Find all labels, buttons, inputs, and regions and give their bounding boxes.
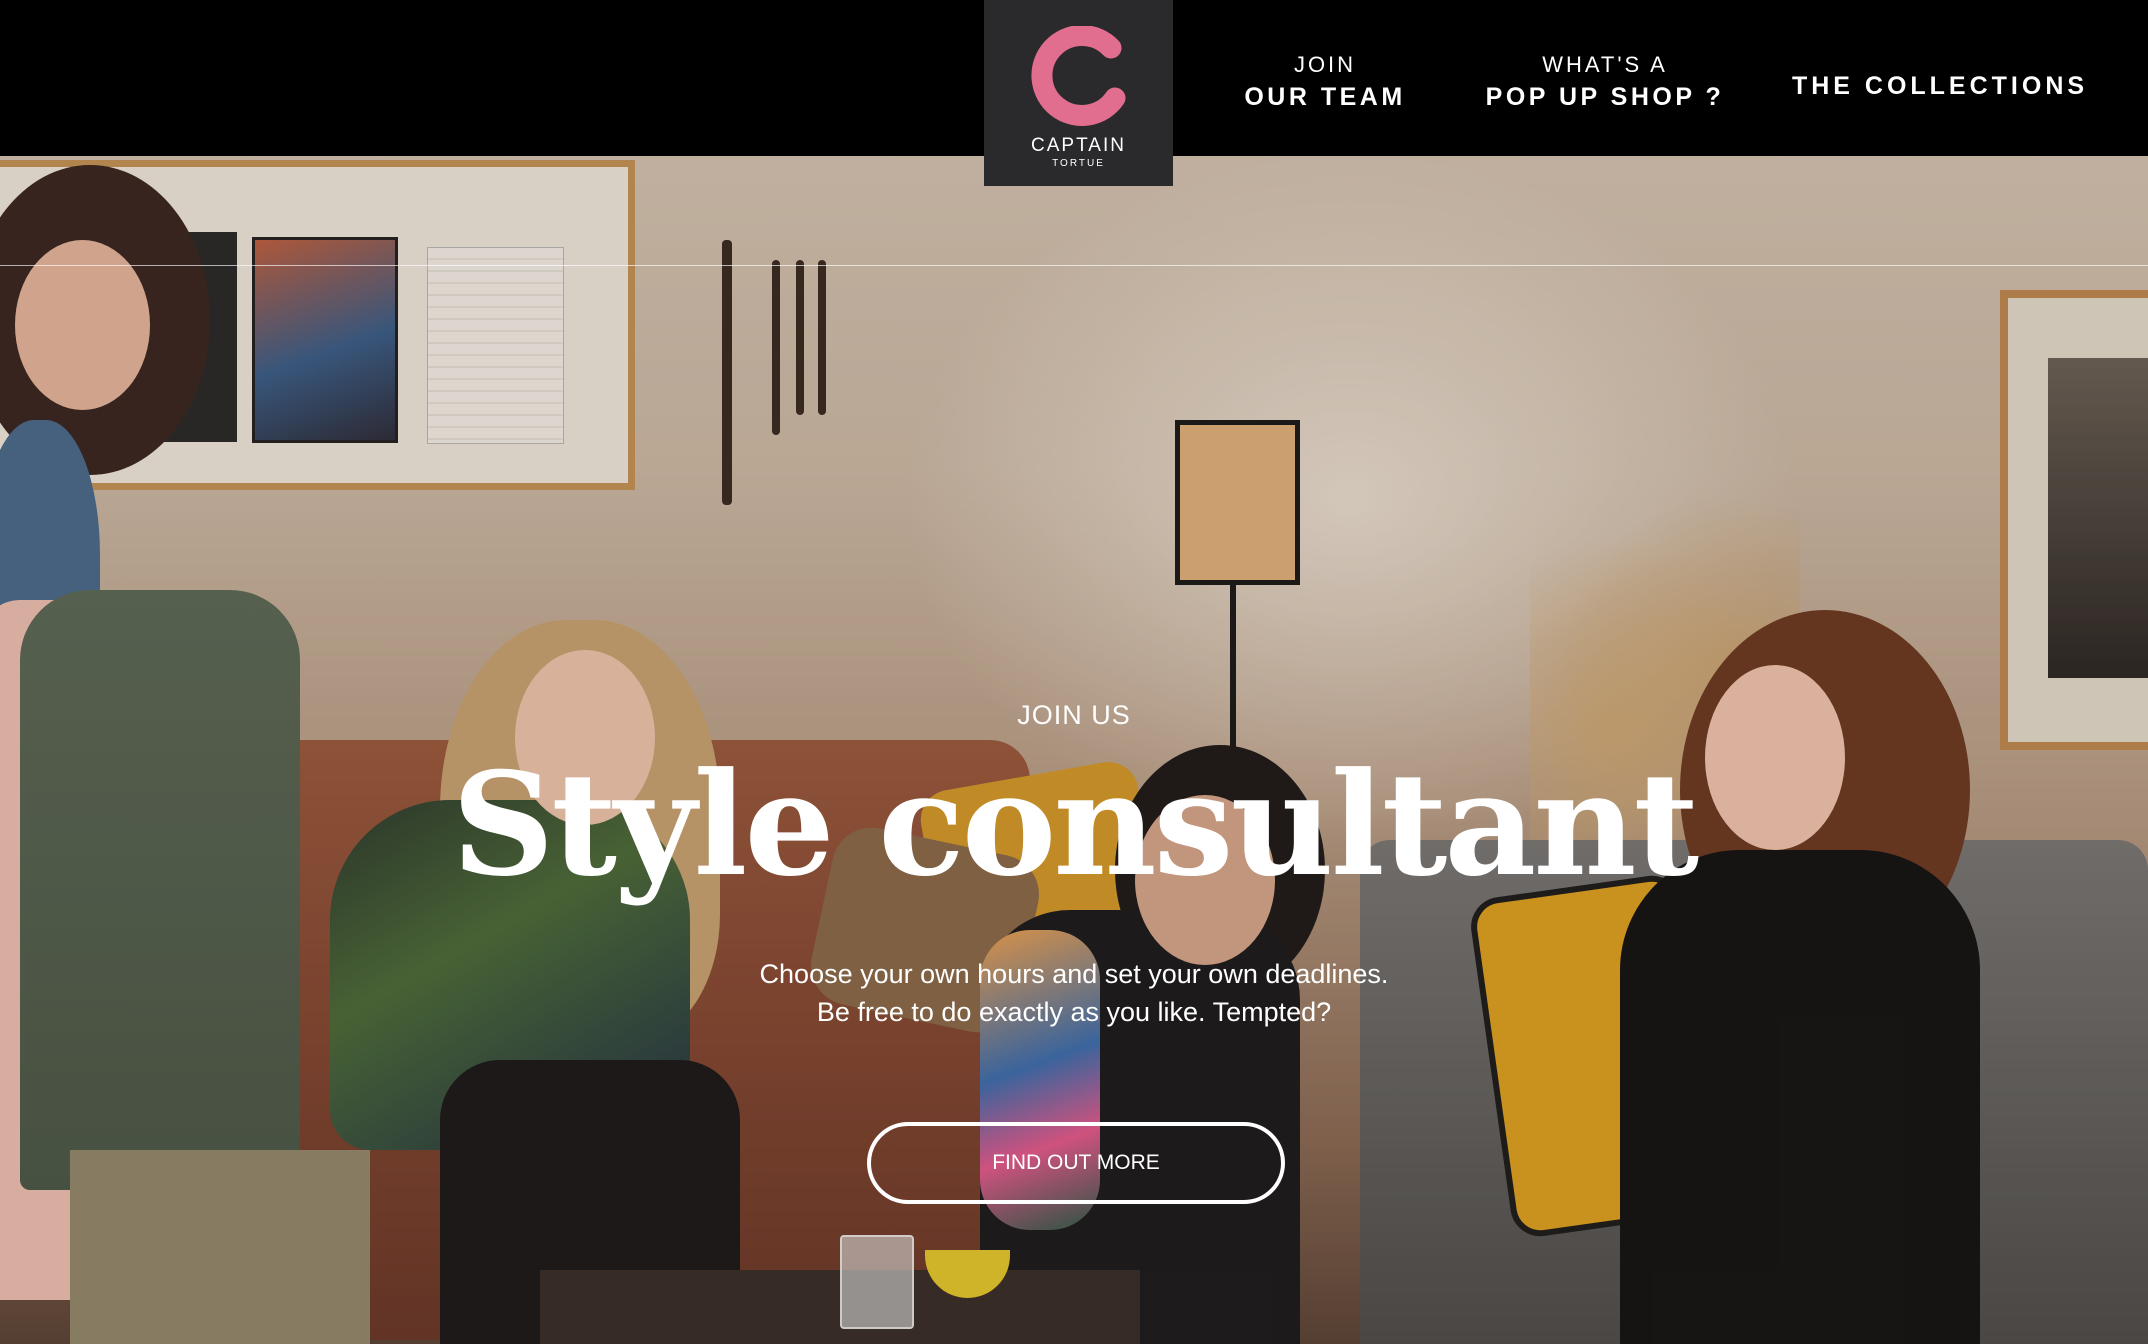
hero-text-line2: Be free to do exactly as you like. Tempt… [816,997,1332,1027]
logo-link[interactable]: CAPTAIN TORTUE [984,0,1173,186]
c-ring-logo-icon [1031,26,1126,126]
find-out-more-button[interactable]: FIND OUT MORE [867,1122,1285,1204]
hero-title: Style consultant [451,742,1699,908]
hero-content: JOIN US Style consultant Choose your own… [0,0,2148,1344]
nav-popup-line1: WHAT'S A [1542,52,1668,77]
brand-name: CAPTAIN [1031,135,1126,156]
nav-the-collections[interactable]: THE COLLECTIONS [1790,72,2090,101]
nav-join-line2: OUR TEAM [1244,83,1406,111]
brand-subname: TORTUE [1052,158,1105,169]
nav-join-line1: JOIN [1293,52,1357,77]
hero-eyebrow: JOIN US [1017,700,1131,730]
nav-join-our-team[interactable]: JOIN OUR TEAM [1230,50,1420,114]
hero-description: Choose your own hours and set your own d… [0,955,2148,1031]
hero-text-line1: Choose your own hours and set your own d… [759,959,1389,989]
nav-popup-line2: POP UP SHOP ? [1485,83,1725,111]
nav-pop-up-shop[interactable]: WHAT'S A POP UP SHOP ? [1470,50,1740,114]
